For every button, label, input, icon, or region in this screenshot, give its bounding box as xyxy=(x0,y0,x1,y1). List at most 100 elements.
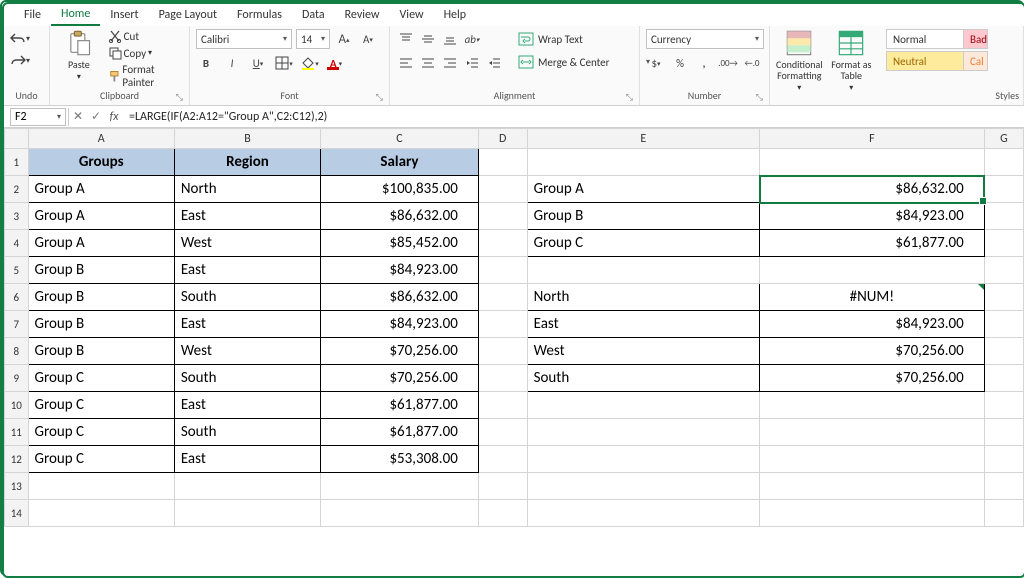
cell-style-calculation[interactable]: Cal xyxy=(964,51,988,71)
cell-G11[interactable] xyxy=(984,419,1023,446)
redo-icon[interactable]: ▾ xyxy=(10,51,30,71)
cell-B8[interactable]: West xyxy=(174,338,320,365)
decrease-font-icon[interactable]: A▾ xyxy=(358,29,378,49)
cell-F1[interactable] xyxy=(760,149,985,176)
comma-icon[interactable]: , xyxy=(694,53,714,73)
col-header-A[interactable]: A xyxy=(28,129,174,149)
align-right-icon[interactable] xyxy=(440,53,460,73)
cell-D9[interactable] xyxy=(478,365,527,392)
merge-center-button[interactable]: Merge & Center▾ xyxy=(514,52,654,72)
cell-D14[interactable] xyxy=(478,500,527,527)
cell-C2[interactable]: $100,835.00 xyxy=(321,176,479,203)
col-header-B[interactable]: B xyxy=(174,129,320,149)
cell-B12[interactable]: East xyxy=(174,446,320,473)
cell-C14[interactable] xyxy=(321,500,479,527)
cell-F9[interactable]: $70,256.00 xyxy=(760,365,985,392)
copy-button[interactable]: Copy ▾ xyxy=(108,46,183,60)
cell-F6[interactable]: #NUM! xyxy=(760,284,985,311)
cell-G5[interactable] xyxy=(984,257,1023,284)
cancel-formula-icon[interactable]: ✕ xyxy=(69,109,87,124)
cell-B9[interactable]: South xyxy=(174,365,320,392)
cell-G12[interactable] xyxy=(984,446,1023,473)
menu-formulas[interactable]: Formulas xyxy=(227,5,292,25)
italic-icon[interactable]: I xyxy=(222,53,242,73)
cell-D10[interactable] xyxy=(478,392,527,419)
cell-D2[interactable] xyxy=(478,176,527,203)
cell-G4[interactable] xyxy=(984,230,1023,257)
cell-A3[interactable]: Group A xyxy=(28,203,174,230)
row-header-13[interactable]: 13 xyxy=(5,473,29,500)
fill-color-icon[interactable]: ▾ xyxy=(300,53,320,73)
cell-F12[interactable] xyxy=(760,446,985,473)
cell-F13[interactable] xyxy=(760,473,985,500)
select-all-corner[interactable] xyxy=(5,129,29,149)
row-header-9[interactable]: 9 xyxy=(5,365,29,392)
menu-data[interactable]: Data xyxy=(292,5,335,25)
row-header-4[interactable]: 4 xyxy=(5,230,29,257)
cell-A7[interactable]: Group B xyxy=(28,311,174,338)
cell-B6[interactable]: South xyxy=(174,284,320,311)
cell-B5[interactable]: East xyxy=(174,257,320,284)
cell-E11[interactable] xyxy=(527,419,759,446)
cell-G7[interactable] xyxy=(984,311,1023,338)
row-header-14[interactable]: 14 xyxy=(5,500,29,527)
align-top-icon[interactable] xyxy=(396,29,416,49)
cell-F4[interactable]: $61,877.00 xyxy=(760,230,985,257)
row-header-12[interactable]: 12 xyxy=(5,446,29,473)
cell-C6[interactable]: $86,632.00 xyxy=(321,284,479,311)
menu-page-layout[interactable]: Page Layout xyxy=(149,5,227,25)
cell-F2[interactable]: $86,632.00 xyxy=(760,176,985,203)
cell-G1[interactable] xyxy=(984,149,1023,176)
cell-D7[interactable] xyxy=(478,311,527,338)
cell-E14[interactable] xyxy=(527,500,759,527)
row-header-10[interactable]: 10 xyxy=(5,392,29,419)
increase-font-icon[interactable]: A▴ xyxy=(334,29,354,49)
cell-C3[interactable]: $86,632.00 xyxy=(321,203,479,230)
cell-C10[interactable]: $61,877.00 xyxy=(321,392,479,419)
cell-G6[interactable] xyxy=(984,284,1023,311)
cut-button[interactable]: Cut xyxy=(108,29,183,43)
col-header-D[interactable]: D xyxy=(478,129,527,149)
cell-E12[interactable] xyxy=(527,446,759,473)
cell-D11[interactable] xyxy=(478,419,527,446)
cell-C4[interactable]: $85,452.00 xyxy=(321,230,479,257)
cell-B10[interactable]: East xyxy=(174,392,320,419)
cell-A2[interactable]: Group A xyxy=(28,176,174,203)
cell-G9[interactable] xyxy=(984,365,1023,392)
cell-G13[interactable] xyxy=(984,473,1023,500)
cell-D3[interactable] xyxy=(478,203,527,230)
orientation-icon[interactable]: ab▾ xyxy=(462,29,482,49)
cell-A6[interactable]: Group B xyxy=(28,284,174,311)
cell-E9[interactable]: South xyxy=(527,365,759,392)
fx-icon[interactable]: fx xyxy=(105,110,123,124)
cell-E1[interactable] xyxy=(527,149,759,176)
cell-E8[interactable]: West xyxy=(527,338,759,365)
cell-C5[interactable]: $84,923.00 xyxy=(321,257,479,284)
cell-A9[interactable]: Group C xyxy=(28,365,174,392)
cell-A11[interactable]: Group C xyxy=(28,419,174,446)
col-header-C[interactable]: C xyxy=(321,129,479,149)
cell-F7[interactable]: $84,923.00 xyxy=(760,311,985,338)
cell-D5[interactable] xyxy=(478,257,527,284)
cell-E6[interactable]: North xyxy=(527,284,759,311)
cell-B14[interactable] xyxy=(174,500,320,527)
menu-view[interactable]: View xyxy=(390,5,434,25)
cell-style-normal[interactable]: Normal xyxy=(886,29,964,49)
cell-E10[interactable] xyxy=(527,392,759,419)
cell-G10[interactable] xyxy=(984,392,1023,419)
format-as-table-button[interactable]: Format as Table ▾ xyxy=(829,29,874,94)
cell-C11[interactable]: $61,877.00 xyxy=(321,419,479,446)
cell-E2[interactable]: Group A xyxy=(527,176,759,203)
cell-G8[interactable] xyxy=(984,338,1023,365)
cell-E7[interactable]: East xyxy=(527,311,759,338)
cell-A10[interactable]: Group C xyxy=(28,392,174,419)
paste-button[interactable]: Paste▾ xyxy=(56,29,102,83)
name-box[interactable]: F2▾ xyxy=(10,108,66,126)
menu-review[interactable]: Review xyxy=(335,5,390,25)
spreadsheet-grid[interactable]: ABCDEFG1GroupsRegionSalary2Group ANorth$… xyxy=(4,128,1024,576)
dialog-launcher-icon[interactable]: ⤡ xyxy=(626,92,633,103)
menu-file[interactable]: File xyxy=(14,5,51,25)
accounting-icon[interactable]: $▾ xyxy=(646,53,666,73)
cell-C7[interactable]: $84,923.00 xyxy=(321,311,479,338)
row-header-8[interactable]: 8 xyxy=(5,338,29,365)
